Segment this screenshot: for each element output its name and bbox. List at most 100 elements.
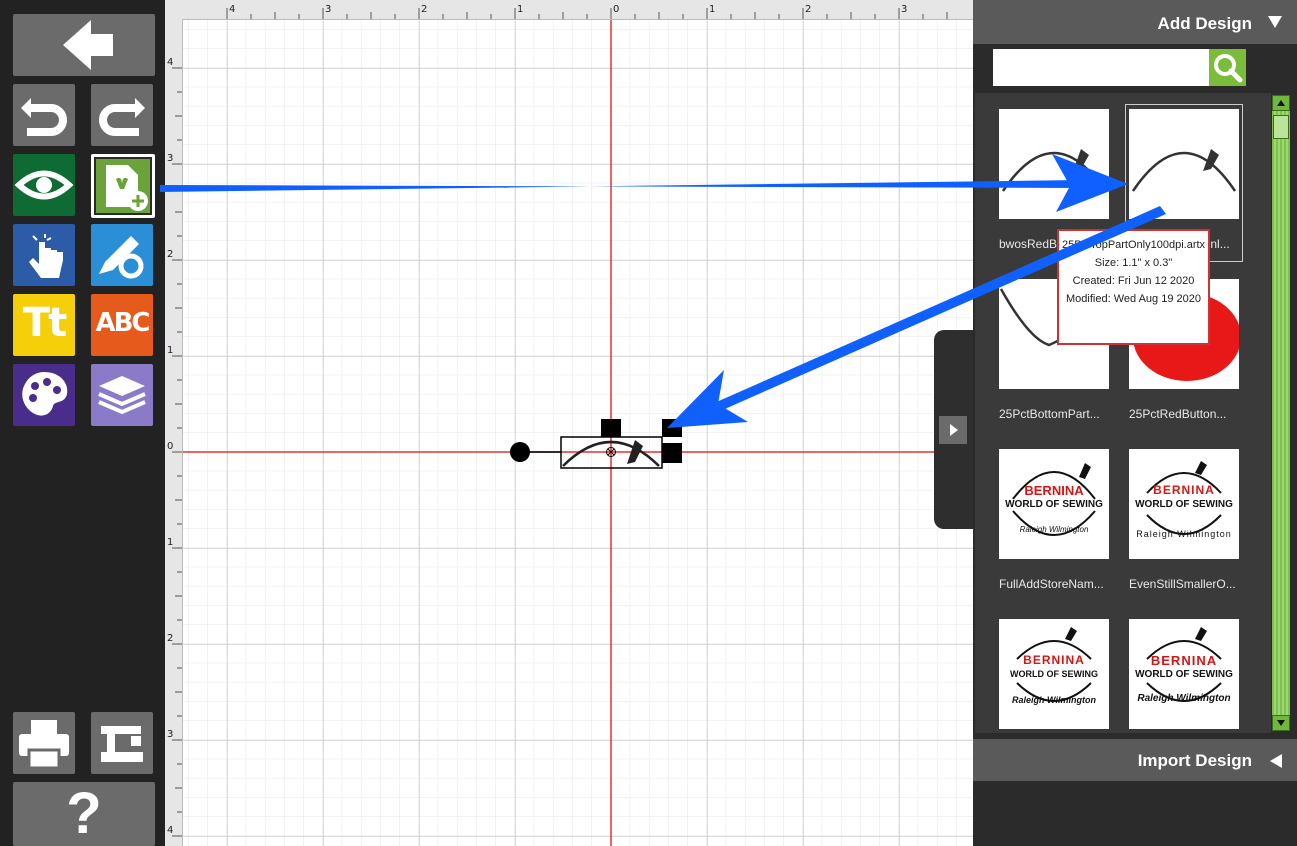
scale-handle	[662, 419, 682, 437]
left-toolbar: Tt ABC ?	[0, 0, 165, 846]
logo-brand-text: BERNINA	[1150, 653, 1218, 668]
question-icon: ?	[66, 781, 102, 846]
logo-tagline-text: WORLD OF SEWING	[1135, 499, 1233, 510]
selected-design[interactable]	[165, 0, 973, 846]
select-button[interactable]	[13, 224, 75, 286]
logo-location-text: Raleigh Wilmington	[1012, 695, 1096, 705]
print-button[interactable]	[13, 712, 75, 774]
sewing-machine-icon	[101, 726, 143, 762]
chevron-left-icon	[1270, 754, 1282, 768]
logo-location-text: Raleigh Wilmington	[1019, 525, 1089, 534]
design-canvas[interactable]	[165, 0, 973, 846]
ruler-label: 0	[613, 4, 620, 15]
ruler-label: 4	[229, 4, 236, 15]
ruler-label: 1	[517, 4, 524, 15]
layers-button[interactable]	[91, 364, 153, 426]
tooltip-filename: 25PctTopPartOnly100dpi.artx	[1061, 239, 1206, 251]
palette-icon	[22, 372, 68, 416]
thumbnail-label: 25PctBottomPart...	[999, 407, 1100, 421]
design-thumbnail[interactable]: BERNINA WORLD OF SEWING Raleigh Wilmingt…	[999, 449, 1109, 559]
undo-icon	[21, 98, 67, 136]
rotate-handle	[510, 442, 530, 462]
scroll-up-button[interactable]	[1272, 95, 1290, 111]
ruler-label: 1	[167, 345, 174, 356]
search-button[interactable]	[1209, 49, 1246, 86]
text-button[interactable]: Tt	[13, 294, 75, 356]
add-design-label: Add Design	[1157, 14, 1252, 33]
search-input[interactable]	[993, 49, 1209, 86]
ruler-label: 2	[167, 633, 174, 644]
right-resize-handle	[662, 443, 682, 463]
gallery-scrollbar[interactable]	[1272, 95, 1290, 731]
back-button[interactable]	[13, 14, 155, 76]
ruler-label: 3	[901, 4, 908, 15]
chevron-right-icon	[950, 424, 958, 436]
layers-icon	[98, 376, 146, 415]
design-thumbnail-selected[interactable]	[1129, 109, 1239, 219]
redo-button[interactable]	[91, 84, 153, 146]
design-thumbnail[interactable]	[999, 109, 1109, 219]
color-button[interactable]	[13, 364, 75, 426]
ruler-label: 1	[167, 537, 174, 548]
undo-button[interactable]	[13, 84, 75, 146]
tooltip-size: Size: 1.1" x 0.3"	[1094, 257, 1173, 269]
add-design-icon	[106, 165, 148, 211]
tooltip-created: Created: Fri Jun 12 2020	[1072, 275, 1195, 287]
logo-tagline-text: WORLD OF SEWING	[1005, 499, 1103, 510]
chevron-down-icon	[1268, 16, 1282, 28]
redo-icon	[99, 98, 145, 136]
hand-pointer-icon	[29, 234, 63, 278]
monogram-button[interactable]: ABC	[91, 294, 153, 356]
scroll-thumb[interactable]	[1273, 115, 1289, 139]
top-resize-handle	[601, 419, 621, 437]
ruler-label: 3	[167, 729, 174, 740]
chevron-down-icon	[1277, 720, 1285, 726]
help-button[interactable]: ?	[13, 782, 155, 846]
ruler-label: 3	[325, 4, 332, 15]
printer-icon	[19, 720, 69, 770]
search-icon	[1214, 54, 1243, 83]
import-design-header[interactable]: Import Design	[973, 739, 1297, 781]
text-icon: Tt	[22, 300, 67, 346]
pencil-gear-icon	[99, 236, 144, 279]
arrow-left-icon	[63, 20, 113, 70]
ruler-label: 4	[167, 825, 174, 836]
tooltip-modified: Modified: Wed Aug 19 2020	[1066, 293, 1201, 305]
thumbnail-label: EvenStillSmallerO...	[1129, 577, 1236, 591]
logo-brand-text: BERNINA	[1023, 653, 1085, 667]
expand-arrow-button[interactable]	[939, 416, 967, 444]
add-design-button[interactable]	[91, 154, 155, 218]
ruler-label: 2	[805, 4, 812, 15]
ruler-label: 0	[167, 441, 174, 452]
top-ruler: 4 3 2 1 0 1 2 3	[165, 0, 973, 20]
design-thumbnail[interactable]: BERNINA WORLD OF SEWING Raleigh Wilmingt…	[1129, 619, 1239, 729]
logo-location-text: Raleigh Wilmington	[1137, 693, 1231, 704]
design-thumbnail[interactable]: BERNINA WORLD OF SEWING Raleigh Wilmingt…	[999, 619, 1109, 729]
thumbnail-label: 25PctRedButton...	[1129, 407, 1227, 421]
send-to-machine-button[interactable]	[91, 712, 153, 774]
design-info-tooltip: 25PctTopPartOnly100dpi.artx Size: 1.1" x…	[1057, 229, 1210, 345]
ruler-label: 2	[421, 4, 428, 15]
ruler-label: 4	[167, 57, 174, 68]
monogram-icon: ABC	[95, 308, 150, 338]
thumbnail-label: FullAddStoreNam...	[999, 577, 1104, 591]
view-button[interactable]	[13, 154, 75, 216]
scroll-down-button[interactable]	[1272, 715, 1290, 731]
panel-collapse-handle[interactable]	[934, 330, 973, 529]
eye-icon	[14, 170, 74, 200]
logo-brand-text: BERNINA	[1153, 483, 1215, 497]
chevron-up-icon	[1277, 100, 1285, 106]
add-design-header[interactable]: Add Design	[973, 0, 1297, 44]
logo-tagline-text: WORLD OF SEWING	[1135, 669, 1233, 680]
logo-tagline-text: WORLD OF SEWING	[1010, 669, 1098, 679]
logo-location-text: Raleigh Wilmington	[1136, 529, 1232, 539]
left-ruler: 4 3 2 1 0 1 2 3 4	[165, 19, 183, 846]
import-design-label: Import Design	[1137, 751, 1252, 770]
ruler-label: 3	[167, 153, 174, 164]
ruler-label: 1	[709, 4, 716, 15]
design-gallery: bwosRedB 25PctTopPartOnl... 25PctBottomP…	[975, 93, 1271, 733]
edit-button[interactable]	[91, 224, 153, 286]
design-thumbnail[interactable]: BERNINA WORLD OF SEWING Raleigh Wilmingt…	[1129, 449, 1239, 559]
ruler-label: 2	[167, 249, 174, 260]
logo-brand-text: BERNINA	[1024, 483, 1084, 498]
